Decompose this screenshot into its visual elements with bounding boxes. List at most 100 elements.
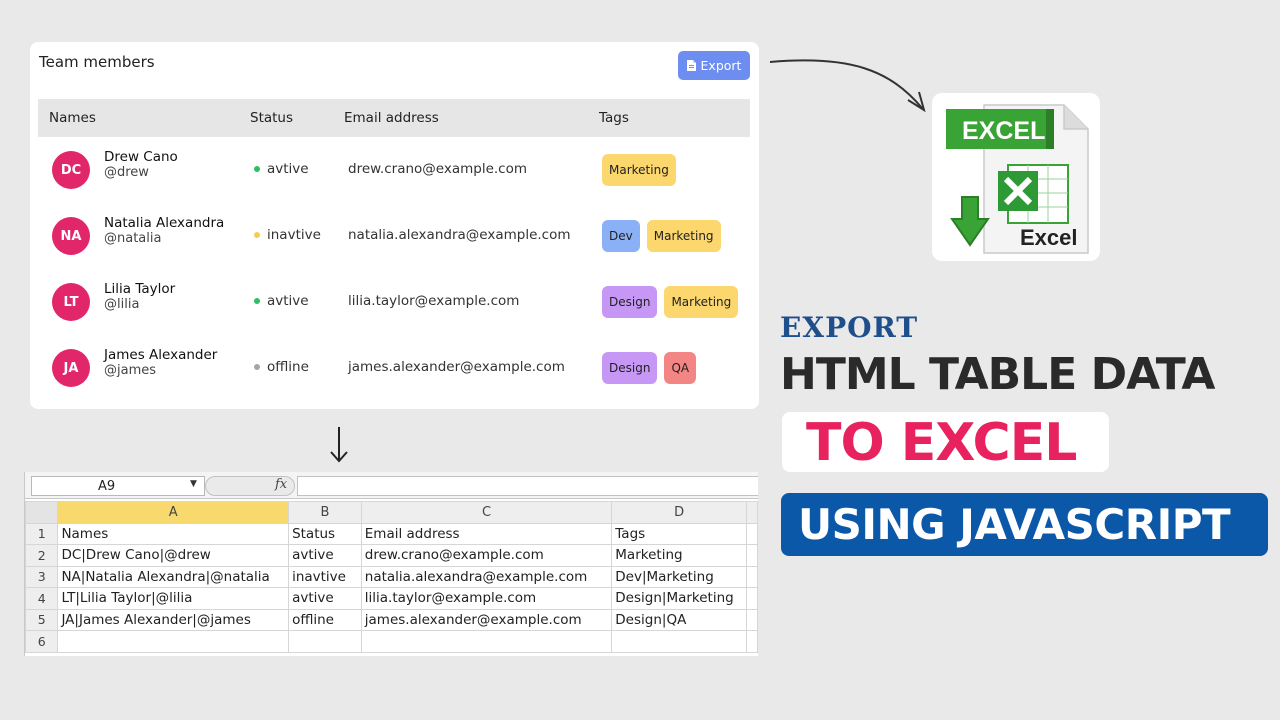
row-header[interactable]: 3 (25, 565, 59, 588)
sheet-cell[interactable] (746, 544, 758, 567)
sheet-cell[interactable]: offline (288, 608, 362, 631)
member-name: Natalia Alexandra (104, 215, 225, 231)
status-badge: avtive (254, 161, 309, 177)
chevron-down-icon[interactable]: ▼ (190, 479, 197, 489)
sheet-cell[interactable]: DC|Drew Cano|@drew (57, 544, 290, 567)
member-email: drew.crano@example.com (348, 161, 528, 177)
table-row[interactable]: JA James Alexander @james offline james.alex… (38, 335, 750, 401)
status-dot-icon (254, 232, 260, 238)
sheet-cell[interactable]: Status (288, 522, 362, 545)
sheet-grid: A B C D 1 Names Status Email address Tags 2 DC… (25, 501, 758, 653)
column-header-b[interactable]: B (288, 501, 362, 524)
table-row[interactable]: DC Drew Cano @drew avtive drew.crano@example… (38, 137, 750, 203)
member-handle: @natalia (104, 231, 162, 246)
status-badge: inavtive (254, 227, 321, 243)
excel-caption-text: Excel (1020, 225, 1078, 250)
row-header[interactable]: 1 (25, 522, 59, 545)
sheet-cell[interactable]: Marketing (611, 544, 748, 567)
card-title: Team members (39, 53, 155, 71)
column-header-email: Email address (344, 110, 439, 126)
column-header-e[interactable] (746, 501, 758, 524)
sheet-cell[interactable]: inavtive (288, 565, 362, 588)
column-header-d[interactable]: D (611, 501, 748, 524)
column-header-names: Names (49, 110, 96, 126)
sheet-cell[interactable]: Dev|Marketing (611, 565, 748, 588)
status-text: avtive (267, 161, 309, 177)
sheet-cell[interactable]: Names (57, 522, 290, 545)
sheet-row: 5 JA|James Alexander|@james offline james.a… (25, 608, 758, 631)
table-row[interactable]: LT Lilia Taylor @lilia avtive lilia.taylor@e… (38, 269, 750, 335)
headline-export: EXPORT (780, 311, 919, 344)
row-header[interactable]: 4 (25, 587, 59, 610)
sheet-cell[interactable] (746, 630, 758, 653)
row-header[interactable]: 2 (25, 544, 59, 567)
headline-to-excel: TO EXCEL (806, 413, 1077, 473)
column-header-a[interactable]: A (57, 501, 290, 524)
table-header: Names Status Email address Tags (38, 99, 750, 137)
sheet-cell[interactable]: Design|QA (611, 608, 748, 631)
sheet-cell[interactable]: lilia.taylor@example.com (360, 587, 613, 610)
sheet-cell[interactable]: james.alexander@example.com (360, 608, 613, 631)
sheet-cell[interactable]: Email address (360, 522, 613, 545)
sheet-cell[interactable]: Design|Marketing (611, 587, 748, 610)
column-header-status: Status (250, 110, 294, 126)
tag-badge: Design (602, 286, 658, 318)
excel-banner-text: EXCEL (962, 117, 1045, 145)
sheet-cell[interactable] (360, 630, 613, 653)
sheet-cell[interactable]: JA|James Alexander|@james (57, 608, 290, 631)
sheet-cell[interactable] (611, 630, 748, 653)
row-header[interactable]: 5 (25, 608, 59, 631)
status-badge: offline (254, 359, 309, 375)
avatar: LT (52, 283, 90, 321)
sheet-cell[interactable]: avtive (288, 587, 362, 610)
column-header-c[interactable]: C (360, 501, 613, 524)
status-text: avtive (267, 293, 309, 309)
sheet-cell[interactable] (57, 630, 290, 653)
column-header-tags: Tags (599, 110, 629, 126)
status-text: inavtive (267, 227, 321, 243)
member-handle: @lilia (104, 297, 140, 312)
fx-icon[interactable]: fx (275, 477, 287, 492)
sheet-cell[interactable]: drew.crano@example.com (360, 544, 613, 567)
sheet-cell[interactable] (746, 587, 758, 610)
member-email: natalia.alexandra@example.com (348, 227, 571, 243)
formula-input[interactable] (297, 476, 758, 496)
avatar: DC (52, 151, 90, 189)
status-text: offline (267, 359, 309, 375)
status-dot-icon (254, 166, 260, 172)
name-box[interactable]: A9 ▼ (31, 476, 205, 496)
member-handle: @james (104, 363, 157, 378)
table-row[interactable]: NA Natalia Alexandra @natalia inavtive natal… (38, 203, 750, 269)
sheet-row: 4 LT|Lilia Taylor|@lilia avtive lilia.taylo… (25, 587, 758, 610)
sheet-cell[interactable] (746, 522, 758, 545)
sheet-cell[interactable] (746, 565, 758, 588)
row-header[interactable]: 6 (25, 630, 59, 653)
tag-list: Design Marketing (602, 286, 739, 318)
sheet-cell[interactable] (746, 608, 758, 631)
status-dot-icon (254, 298, 260, 304)
member-email: james.alexander@example.com (348, 359, 565, 375)
team-members-card: Team members Export Names Status Email a… (30, 42, 759, 409)
sheet-row: 3 NA|Natalia Alexandra|@natalia inavtive na… (25, 565, 758, 588)
sheet-cell[interactable]: LT|Lilia Taylor|@lilia (57, 587, 290, 610)
avatar: JA (52, 349, 90, 387)
sheet-cell[interactable]: avtive (288, 544, 362, 567)
sheet-cell[interactable] (288, 630, 362, 653)
headline-using-javascript: USING JAVASCRIPT (798, 500, 1231, 549)
export-button[interactable]: Export (678, 51, 750, 80)
tag-list: Marketing (602, 154, 676, 186)
sheet-cell[interactable]: natalia.alexandra@example.com (360, 565, 613, 588)
arrow-to-excel-icon-head (907, 91, 926, 113)
member-email: lilia.taylor@example.com (348, 293, 520, 309)
avatar: NA (52, 217, 90, 255)
arrow-to-sheet-head (330, 451, 348, 463)
sheet-row: 6 (25, 630, 758, 653)
spreadsheet: A9 ▼ fx A B C D 1 Names Status Email addres… (24, 472, 758, 656)
headline-html-table-data: HTML TABLE DATA (780, 349, 1215, 400)
formula-bar: A9 ▼ fx (25, 472, 758, 499)
member-handle: @drew (104, 165, 149, 180)
sheet-cell[interactable]: NA|Natalia Alexandra|@natalia (57, 565, 290, 588)
tag-list: Dev Marketing (602, 220, 721, 252)
sheet-cell[interactable]: Tags (611, 522, 748, 545)
select-all-corner[interactable] (25, 501, 59, 524)
